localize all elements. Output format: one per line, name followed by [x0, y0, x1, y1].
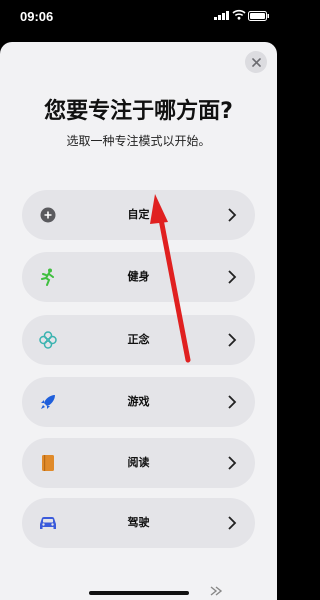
chevron-right-icon	[228, 395, 237, 409]
close-icon	[251, 57, 261, 67]
option-fitness[interactable]: 健身	[22, 252, 255, 302]
cellular-signal-icon	[214, 11, 229, 20]
chevron-right-icon	[210, 586, 223, 596]
wifi-icon	[232, 9, 246, 20]
option-label: 游戏	[127, 395, 150, 408]
option-gaming[interactable]: 游戏	[22, 377, 255, 427]
option-driving[interactable]: 驾驶	[22, 498, 255, 548]
option-reading[interactable]: 阅读	[22, 438, 255, 488]
option-label: 正念	[127, 333, 150, 346]
status-time: 09:06	[20, 9, 54, 24]
page-subtitle: 选取一种专注模式以开始。	[66, 134, 211, 148]
chevron-right-icon	[228, 270, 237, 284]
home-indicator[interactable]	[89, 591, 189, 595]
option-label: 自定	[127, 208, 150, 221]
page-title: 您要专注于哪方面?	[44, 99, 233, 124]
focus-mode-sheet: 您要专注于哪方面? 选取一种专注模式以开始。 自定 健身 正念 游戏 阅读 驾驶	[0, 42, 277, 600]
close-button[interactable]	[245, 51, 267, 73]
option-label: 健身	[127, 270, 150, 283]
chevron-right-icon	[228, 333, 237, 347]
chevron-right-icon	[228, 456, 237, 470]
chevron-right-icon	[228, 516, 237, 530]
chevron-right-icon	[228, 208, 237, 222]
option-label: 阅读	[127, 456, 150, 469]
option-custom[interactable]: 自定	[22, 190, 255, 240]
battery-icon	[248, 11, 269, 21]
option-mindfulness[interactable]: 正念	[22, 315, 255, 365]
status-bar: 09:06	[0, 0, 277, 36]
option-label: 驾驶	[127, 516, 150, 529]
